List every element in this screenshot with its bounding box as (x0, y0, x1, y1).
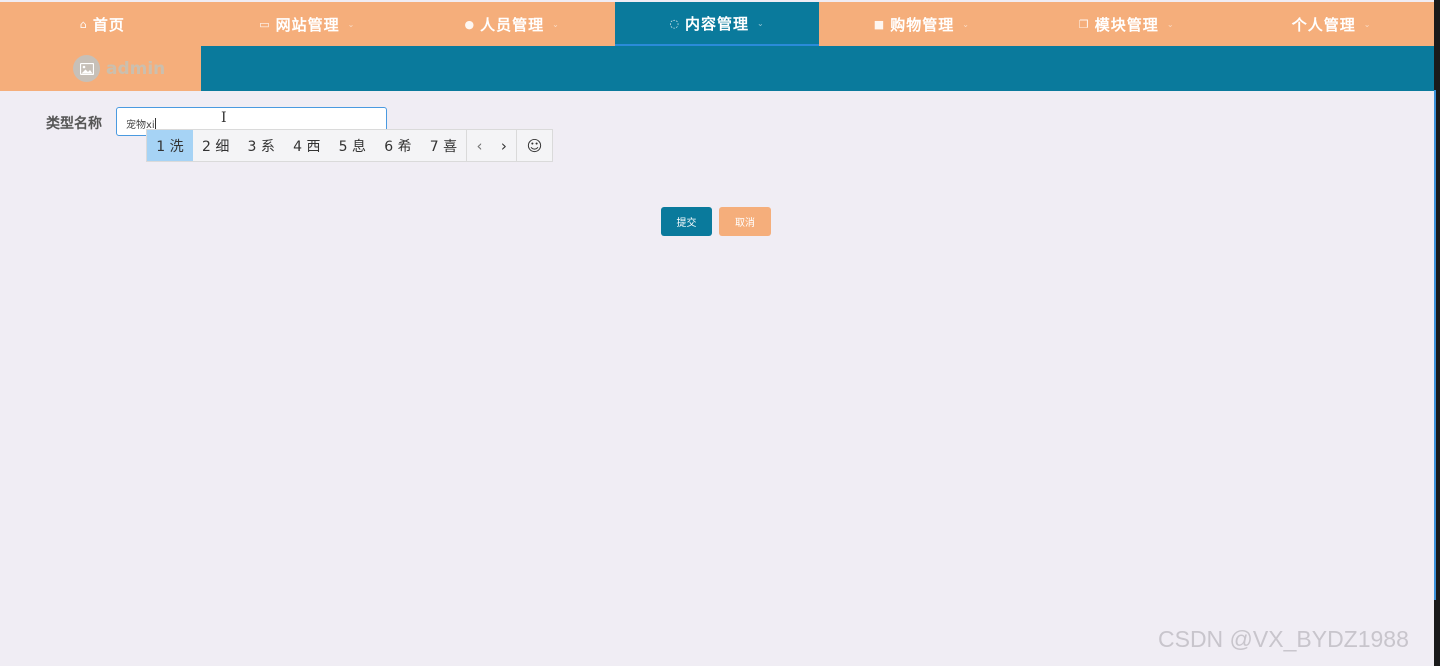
nav-item-label: 模块管理 (1094, 15, 1159, 34)
chevron-down-icon: ⌄ (1363, 19, 1372, 29)
text-caret (154, 118, 156, 129)
chevron-right-icon[interactable]: › (501, 137, 507, 155)
nav-item-label: 个人管理 (1291, 15, 1356, 34)
nav-item-staff-management[interactable]: ● 人员管理 ⌄ (410, 2, 615, 46)
nav-item-shopping-management[interactable]: ■ 购物管理 ⌄ (819, 2, 1024, 46)
ime-candidate[interactable]: 2 细 (193, 130, 239, 161)
submit-button[interactable]: 提交 (661, 207, 712, 236)
ime-page-nav: ‹ › (466, 130, 516, 161)
nav-item-label: 网站管理 (275, 15, 340, 34)
nav-item-label: 首页 (92, 15, 125, 34)
nav-item-label: 人员管理 (480, 15, 545, 34)
bag-icon: ■ (873, 17, 886, 31)
chevron-left-icon[interactable]: ‹ (476, 137, 482, 155)
ime-candidate[interactable]: 1 洗 (147, 130, 193, 161)
nav-item-website-management[interactable]: ▭ 网站管理 ⌄ (205, 2, 410, 46)
chevron-down-icon: ⌄ (347, 19, 356, 29)
nav-item-label: 内容管理 (684, 14, 749, 33)
nav-item-personal-management[interactable]: 个人管理 ⌄ (1229, 2, 1434, 46)
chevron-down-icon: ⌄ (962, 19, 970, 29)
nav-item-module-management[interactable]: ❐ 模块管理 ⌄ (1024, 2, 1229, 46)
type-name-label: 类型名称 (46, 116, 102, 132)
user-info[interactable]: admin (0, 46, 201, 91)
chevron-down-icon: ⌄ (552, 19, 560, 29)
nav-item-label: 购物管理 (890, 15, 955, 34)
watermark: CSDN @VX_BYDZ1988 (1158, 626, 1409, 652)
ime-candidate[interactable]: 3 系 (238, 130, 284, 161)
ime-candidate[interactable]: 7 喜 (421, 130, 467, 161)
cancel-button[interactable]: 取消 (719, 207, 771, 236)
message-icon: ◌ (669, 16, 680, 30)
avatar (73, 55, 100, 82)
top-navigation: ⌂ 首页 ▭ 网站管理 ⌄ ● 人员管理 ⌄ ◌ 内容管理 ⌄ ■ 购物管理 ⌄… (0, 2, 1434, 46)
window-edge (1434, 0, 1440, 666)
nav-item-content-management[interactable]: ◌ 内容管理 ⌄ (614, 2, 820, 46)
ime-candidate-bar: 1 洗 2 细 3 系 4 西 5 息 6 希 7 喜 ‹ › ☺ (146, 129, 553, 162)
monitor-icon: ▭ (259, 17, 271, 31)
ibeam-cursor-icon: I (221, 110, 227, 126)
sub-header-bar: admin (0, 46, 1434, 91)
home-icon: ⌂ (79, 17, 88, 31)
ime-candidate[interactable]: 4 西 (284, 130, 330, 161)
scrollbar[interactable] (1434, 90, 1436, 600)
username: admin (106, 58, 166, 79)
ime-candidate[interactable]: 6 希 (375, 130, 421, 161)
emoji-icon[interactable]: ☺ (516, 130, 552, 161)
image-icon (79, 62, 94, 75)
nav-item-home[interactable]: ⌂ 首页 (0, 2, 205, 46)
chevron-down-icon: ⌄ (756, 18, 765, 28)
copy-icon: ❐ (1078, 17, 1090, 31)
chevron-down-icon: ⌄ (1166, 19, 1175, 29)
ime-candidate[interactable]: 5 息 (330, 130, 376, 161)
user-icon: ● (464, 17, 476, 31)
